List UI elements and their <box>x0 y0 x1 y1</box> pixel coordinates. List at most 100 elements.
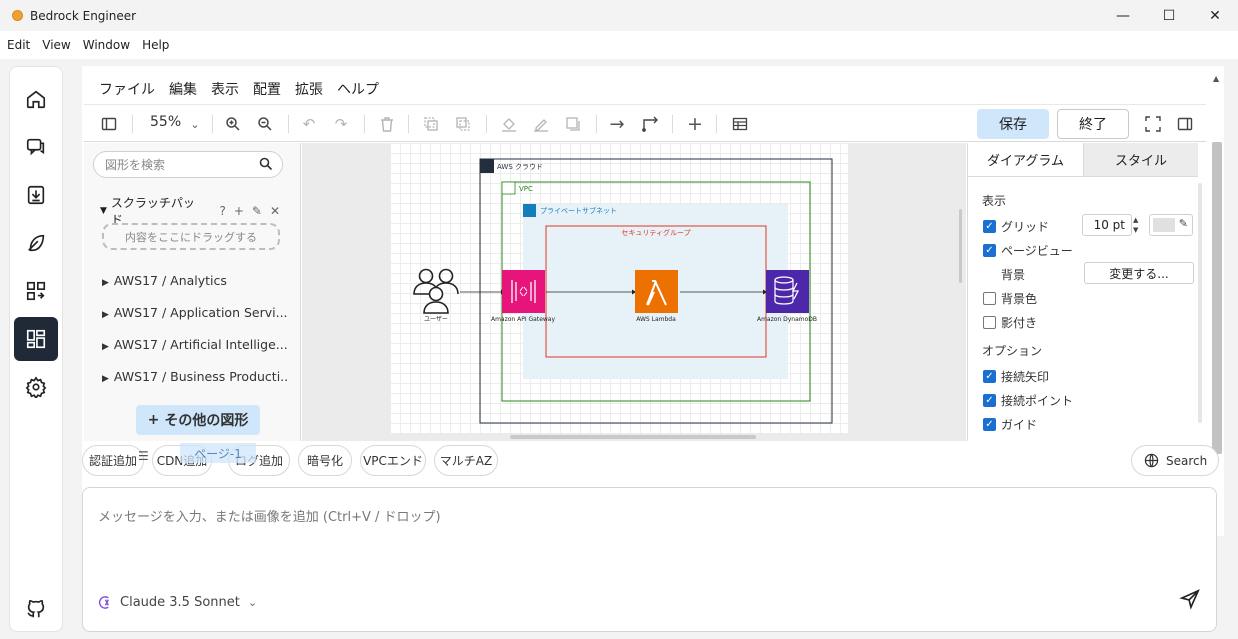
library-item[interactable]: ▶ AWS17 / Application Servi... <box>102 305 287 320</box>
canvas-vertical-scrollbar[interactable] <box>959 209 962 283</box>
nav-download[interactable] <box>14 173 58 217</box>
quick-action-multi-az[interactable]: マルチAZ <box>434 445 498 476</box>
exit-button[interactable]: 終了 <box>1057 109 1129 139</box>
shadow-option[interactable]: 影付き <box>983 314 1037 331</box>
lambda-icon[interactable] <box>635 270 678 313</box>
toggle-format-panel-icon[interactable] <box>1174 113 1196 135</box>
waypoints-icon[interactable] <box>640 113 662 135</box>
nav-chat[interactable] <box>14 125 58 169</box>
help-icon[interactable]: ? <box>219 204 225 218</box>
chat-input-area[interactable]: メッセージを入力、または画像を追加 (Ctrl+V / ドロップ) Claude… <box>82 487 1217 632</box>
zoom-dropdown-icon[interactable]: ⌄ <box>184 113 206 135</box>
menu-window[interactable]: Window <box>83 38 130 52</box>
dynamodb-icon[interactable] <box>766 270 809 313</box>
zoom-level[interactable]: 55% <box>150 114 181 130</box>
more-shapes-button[interactable]: + その他の図形 <box>136 405 260 435</box>
close-scratchpad-icon[interactable]: ✕ <box>270 204 280 218</box>
checkbox-checked-icon[interactable]: ✓ <box>983 370 996 383</box>
menu-help[interactable]: Help <box>142 38 169 52</box>
grid-color-picker[interactable]: ✎ <box>1149 214 1193 236</box>
library-item[interactable]: ▶ AWS17 / Analytics <box>102 273 287 288</box>
nav-github[interactable] <box>14 587 58 631</box>
page-tab[interactable]: ページ-1 <box>180 443 256 463</box>
edit-pencil-icon[interactable]: ✎ <box>252 204 262 218</box>
quick-action-encrypt[interactable]: 暗号化 <box>298 445 352 476</box>
table-icon[interactable] <box>729 113 751 135</box>
redo-icon[interactable]: ↷ <box>330 113 352 135</box>
checkbox-checked-icon[interactable]: ✓ <box>983 394 996 407</box>
close-button[interactable]: ✕ <box>1192 0 1238 31</box>
nav-diagram[interactable] <box>14 317 58 361</box>
send-button[interactable] <box>1179 588 1203 612</box>
model-selector[interactable]: Claude 3.5 Sonnet ⌄ <box>98 595 257 610</box>
nav-feather[interactable] <box>14 221 58 265</box>
scratchpad-dropzone[interactable]: 内容をここにドラッグする <box>102 223 280 250</box>
checkbox-checked-icon[interactable]: ✓ <box>983 220 996 233</box>
shadow-icon[interactable] <box>562 113 584 135</box>
drawio-menu-arrange[interactable]: 配置 <box>253 79 281 99</box>
architecture-diagram: AWS クラウド VPC プライベートサブネット セキュリティグループ ユーザー… <box>413 158 833 424</box>
drawio-menu-extras[interactable]: 拡張 <box>295 79 323 99</box>
fill-color-icon[interactable] <box>498 113 520 135</box>
drawio-menu-view[interactable]: 表示 <box>211 79 239 99</box>
checkbox-checked-icon[interactable]: ✓ <box>983 418 996 431</box>
bg-color-option[interactable]: 背景色 <box>983 290 1037 307</box>
line-color-icon[interactable] <box>530 113 552 135</box>
user-icon[interactable] <box>413 268 459 314</box>
connection-points-option[interactable]: ✓ 接続ポイント <box>983 392 1073 409</box>
api-gateway-icon[interactable] <box>502 270 545 313</box>
menu-view[interactable]: View <box>42 38 70 52</box>
undo-icon[interactable]: ↶ <box>298 113 320 135</box>
grid-size-stepper-icon[interactable]: ▲ ▼ <box>1133 215 1138 235</box>
web-search-toggle[interactable]: Search <box>1131 445 1219 476</box>
quick-action-vpc-endpoint[interactable]: VPCエンド <box>360 445 426 476</box>
zoom-in-icon[interactable] <box>222 113 244 135</box>
to-front-icon[interactable] <box>420 113 442 135</box>
minimize-button[interactable]: — <box>1100 0 1146 31</box>
grid-option[interactable]: ✓ グリッド <box>983 218 1049 235</box>
to-back-icon[interactable] <box>452 113 474 135</box>
nav-home[interactable] <box>14 77 58 121</box>
change-background-button[interactable]: 変更する... <box>1084 262 1194 284</box>
drawio-menu-edit[interactable]: 編集 <box>169 79 197 99</box>
menu-edit[interactable]: Edit <box>7 38 30 52</box>
expand-triangle-icon: ▶ <box>102 342 109 352</box>
nav-qr[interactable] <box>14 269 58 313</box>
chat-input-placeholder[interactable]: メッセージを入力、または画像を追加 (Ctrl+V / ドロップ) <box>98 506 441 525</box>
insert-plus-icon[interactable]: + <box>684 113 706 135</box>
page-menu-icon[interactable]: ☰ <box>138 449 149 463</box>
diagram-icon <box>26 329 46 349</box>
delete-icon[interactable] <box>376 113 398 135</box>
format-panel-scrollbar[interactable] <box>1198 183 1202 423</box>
connection-arrows-option[interactable]: ✓ 接続矢印 <box>983 368 1049 385</box>
quick-action-auth[interactable]: 認証追加 <box>82 445 144 476</box>
shape-search-input[interactable]: 図形を検索 <box>93 151 283 178</box>
grid-size-input[interactable]: 10 pt <box>1082 214 1132 236</box>
expand-triangle-icon: ▶ <box>102 310 109 320</box>
library-item[interactable]: ▶ AWS17 / Artificial Intellige... <box>102 337 287 352</box>
outer-scroll-thumb[interactable] <box>1212 142 1222 454</box>
page-view-option[interactable]: ✓ ページビュー <box>983 242 1073 259</box>
fullscreen-icon[interactable] <box>1142 113 1164 135</box>
tab-style[interactable]: スタイル <box>1083 143 1198 177</box>
guides-option[interactable]: ✓ ガイド <box>983 416 1037 433</box>
connection-arrow-icon[interactable]: → <box>606 113 628 135</box>
drawio-menu-file[interactable]: ファイル <box>99 79 155 99</box>
canvas-horizontal-scrollbar[interactable] <box>510 435 756 439</box>
drawio-menu-help[interactable]: ヘルプ <box>337 79 379 99</box>
scroll-up-icon[interactable]: ▲ <box>1213 74 1219 83</box>
claude-logo-icon <box>98 596 109 609</box>
checkbox-unchecked-icon[interactable] <box>983 316 996 329</box>
toggle-sidebar-icon[interactable] <box>98 113 120 135</box>
tab-diagram[interactable]: ダイアグラム <box>968 143 1083 177</box>
zoom-out-icon[interactable] <box>254 113 276 135</box>
diagram-canvas[interactable]: AWS クラウド VPC プライベートサブネット セキュリティグループ ユーザー… <box>302 143 966 441</box>
checkbox-unchecked-icon[interactable] <box>983 292 996 305</box>
add-icon[interactable]: + <box>234 204 244 218</box>
nav-settings[interactable] <box>14 365 58 409</box>
maximize-button[interactable]: ☐ <box>1146 0 1192 31</box>
checkbox-checked-icon[interactable]: ✓ <box>983 244 996 257</box>
save-button[interactable]: 保存 <box>977 109 1049 139</box>
globe-icon <box>1144 453 1159 468</box>
library-item[interactable]: ▶ AWS17 / Business Producti... <box>102 369 287 384</box>
